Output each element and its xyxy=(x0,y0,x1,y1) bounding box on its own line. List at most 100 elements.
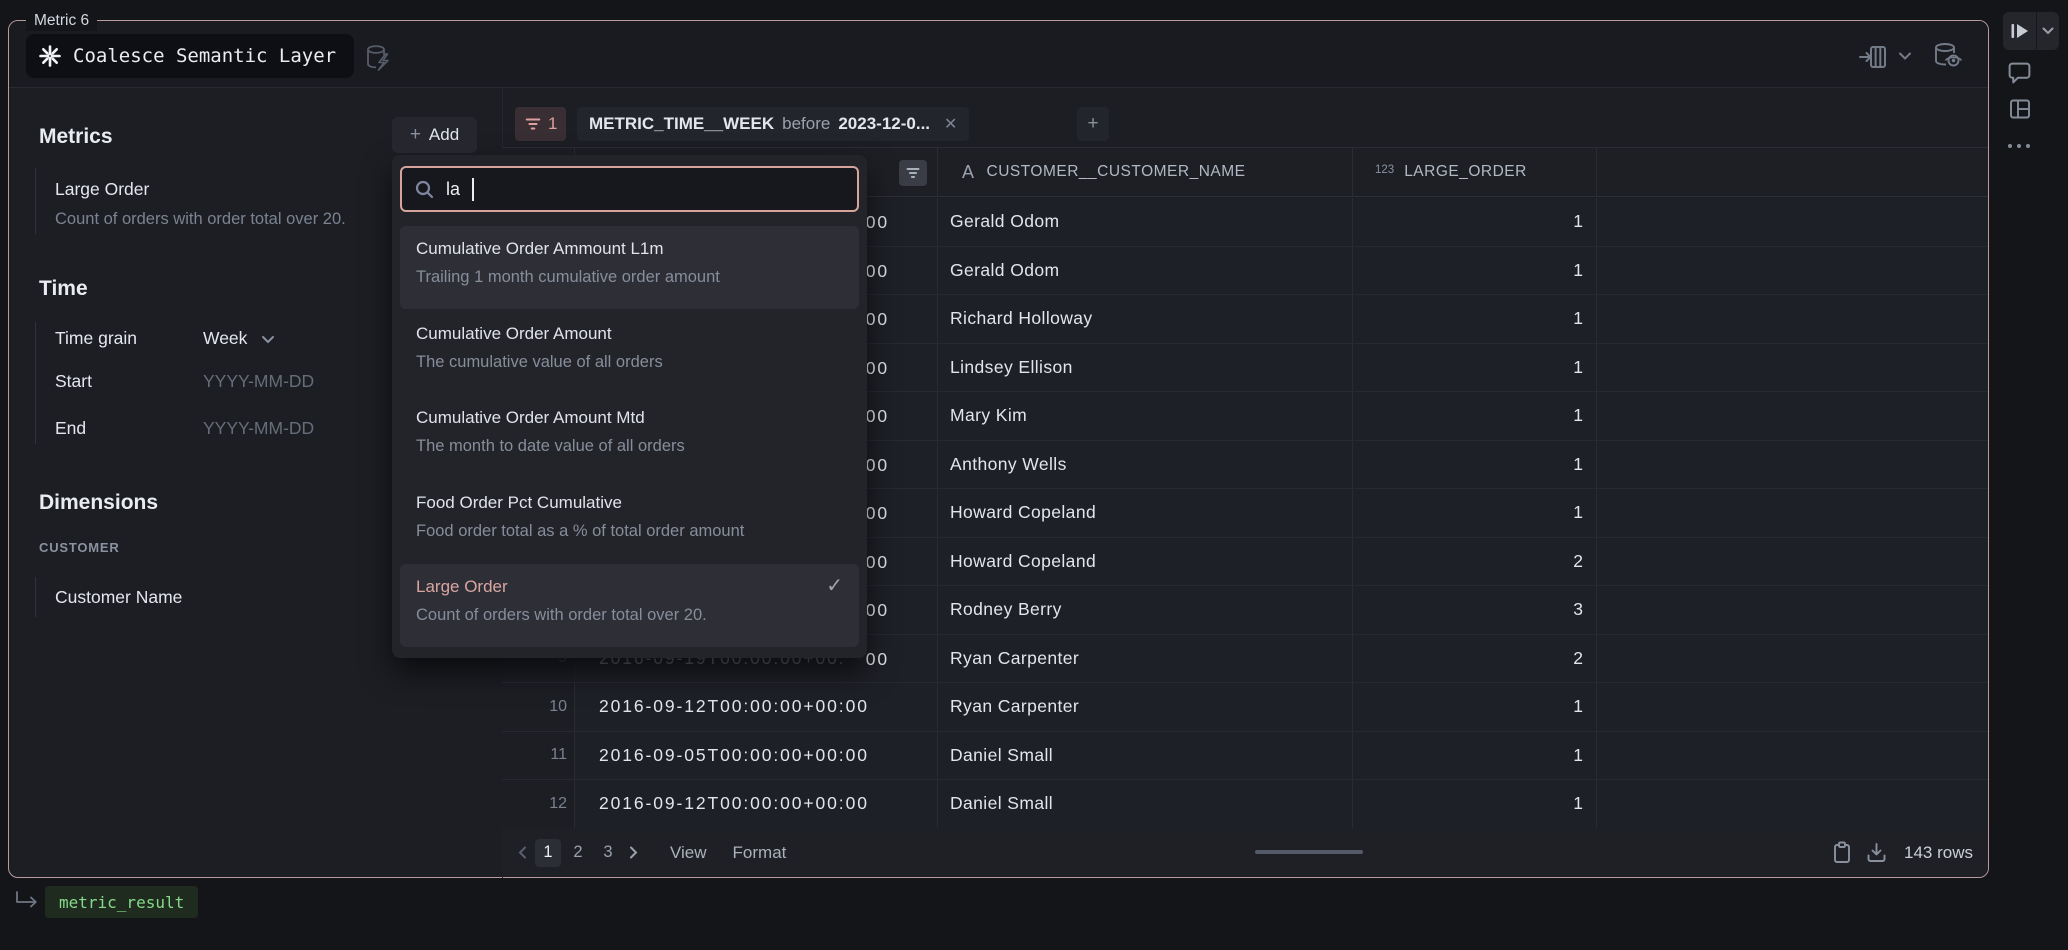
cell-large-order: 1 xyxy=(1353,198,1597,246)
cell-large-order: 1 xyxy=(1353,683,1597,731)
horizontal-scrollbar-thumb[interactable] xyxy=(1255,850,1363,854)
dropdown-item-title: Large Order xyxy=(416,573,843,601)
filter-count: 1 xyxy=(548,114,557,134)
start-date-input[interactable]: YYYY-MM-DD xyxy=(203,368,314,394)
comment-icon[interactable] xyxy=(2007,60,2032,85)
cell-empty xyxy=(1597,441,1988,489)
add-filter-button[interactable]: + xyxy=(1077,107,1109,141)
check-icon: ✓ xyxy=(826,573,843,598)
cell-customer-name: Gerald Odom xyxy=(938,198,1353,246)
metric-search-input[interactable]: la xyxy=(400,166,859,212)
text-caret xyxy=(472,178,474,201)
dropdown-item-desc: Trailing 1 month cumulative order amount xyxy=(416,263,843,291)
layout-split-icon[interactable] xyxy=(2008,97,2032,121)
time-grain-select[interactable]: Week xyxy=(203,325,275,351)
cell-large-order: 1 xyxy=(1353,732,1597,780)
table-row: 112016-09-05T00:00:00+00:00Daniel Small1 xyxy=(502,732,1988,781)
page-button[interactable]: 3 xyxy=(595,839,621,867)
cell-large-order: 1 xyxy=(1353,247,1597,295)
dropdown-item-title: Cumulative Order Amount xyxy=(416,320,843,348)
run-cell-button[interactable] xyxy=(2003,22,2036,40)
cell-empty xyxy=(1597,586,1988,634)
chevron-down-icon xyxy=(261,335,275,344)
coalesce-logo-icon xyxy=(38,44,62,68)
empty-column-header xyxy=(1597,148,1988,196)
add-metric-button[interactable]: + Add xyxy=(392,117,477,153)
column-filter-active-icon[interactable] xyxy=(899,160,927,186)
insert-table-icon[interactable] xyxy=(1858,44,1888,70)
dimensions-heading: Dimensions xyxy=(39,490,158,516)
metrics-indent-line xyxy=(35,168,36,234)
dropdown-item[interactable]: Cumulative Order AmountThe cumulative va… xyxy=(400,311,859,394)
cell-customer-name: Ryan Carpenter xyxy=(938,635,1353,683)
cell-large-order: 1 xyxy=(1353,344,1597,392)
end-date-input[interactable]: YYYY-MM-DD xyxy=(203,415,314,441)
page-button[interactable]: 1 xyxy=(535,839,561,867)
dropdown-item-title: Cumulative Order Ammount L1m xyxy=(416,235,843,263)
cell-customer-name: Gerald Odom xyxy=(938,247,1353,295)
download-icon[interactable] xyxy=(1865,841,1888,864)
dropdown-item[interactable]: Large OrderCount of orders with order to… xyxy=(400,564,859,647)
view-queried-data-icon[interactable] xyxy=(1931,41,1965,71)
more-options-icon[interactable] xyxy=(2006,140,2032,152)
dimension-group-customer: CUSTOMER xyxy=(39,540,120,555)
output-arrow-icon xyxy=(14,890,40,914)
dropdown-item-desc: Food order total as a % of total order a… xyxy=(416,517,843,545)
dropdown-item-desc: The month to date value of all orders xyxy=(416,432,843,460)
cell-empty xyxy=(1597,392,1988,440)
dropdown-item-title: Food Order Pct Cumulative xyxy=(416,489,843,517)
next-page-icon[interactable] xyxy=(623,845,644,860)
column-header-label: CUSTOMER__CUSTOMER_NAME xyxy=(987,163,1246,181)
filter-count-chip[interactable]: 1 xyxy=(515,107,566,141)
cell-customer-name: Howard Copeland xyxy=(938,489,1353,537)
cell-customer-name: Rodney Berry xyxy=(938,586,1353,634)
end-label: End xyxy=(55,415,86,441)
large-order-column-header[interactable]: 123 LARGE_ORDER xyxy=(1353,148,1597,196)
dimensions-indent-line xyxy=(35,577,36,617)
cell-large-order: 2 xyxy=(1353,538,1597,586)
copy-table-icon[interactable] xyxy=(1831,841,1853,865)
time-grain-label: Time grain xyxy=(55,325,137,351)
cell-customer-name: Mary Kim xyxy=(938,392,1353,440)
view-menu[interactable]: View xyxy=(670,843,707,863)
dropdown-item[interactable]: Cumulative Order Ammount L1mTrailing 1 m… xyxy=(400,226,859,309)
cell-large-order: 1 xyxy=(1353,441,1597,489)
dropdown-item[interactable]: Food Order Pct CumulativeFood order tota… xyxy=(400,480,859,563)
customer-name-column-header[interactable]: A CUSTOMER__CUSTOMER_NAME xyxy=(938,148,1353,196)
cell-large-order: 1 xyxy=(1353,489,1597,537)
table-row: 122016-09-12T00:00:00+00:00Daniel Small1 xyxy=(502,780,1988,829)
run-options-chevron-icon[interactable] xyxy=(2037,27,2059,35)
pagination-bar: 123 View Format 143 rows xyxy=(502,828,1988,877)
row-index: 11 xyxy=(502,732,575,780)
cell-empty xyxy=(1597,247,1988,295)
result-variable-pill[interactable]: metric_result xyxy=(45,886,198,918)
filter-pill[interactable]: METRIC_TIME__WEEK before 2023-12-0... ✕ xyxy=(577,107,969,141)
dropdown-item-title: Cumulative Order Amount Mtd xyxy=(416,404,843,432)
cell-empty xyxy=(1597,295,1988,343)
cell-customer-name: Daniel Small xyxy=(938,732,1353,780)
text-type-icon: A xyxy=(962,162,975,183)
metric-item-large-order[interactable]: Large Order xyxy=(55,176,149,202)
chevron-down-icon[interactable] xyxy=(1898,51,1912,61)
cell-large-order: 1 xyxy=(1353,295,1597,343)
add-label: Add xyxy=(429,125,459,145)
page-button[interactable]: 2 xyxy=(565,839,591,867)
search-query: la xyxy=(446,179,460,200)
remove-filter-icon[interactable]: ✕ xyxy=(944,114,957,134)
result-variable-name: metric_result xyxy=(59,893,184,912)
row-index: 12 xyxy=(502,780,575,828)
search-icon xyxy=(414,179,435,200)
page-buttons: 123 xyxy=(533,839,623,867)
metric-search-dropdown: la Cumulative Order Ammount L1mTrailing … xyxy=(392,155,867,658)
cell-large-order: 1 xyxy=(1353,780,1597,828)
cell-empty xyxy=(1597,538,1988,586)
cell-customer-name: Howard Copeland xyxy=(938,538,1353,586)
cell-title: Coalesce Semantic Layer xyxy=(73,45,336,67)
prev-page-icon[interactable] xyxy=(512,845,533,860)
dropdown-item[interactable]: Cumulative Order Amount MtdThe month to … xyxy=(400,395,859,478)
format-menu[interactable]: Format xyxy=(733,843,787,863)
filter-field: METRIC_TIME__WEEK xyxy=(589,114,774,134)
database-lightning-icon[interactable] xyxy=(364,43,391,73)
dimension-item-customer-name[interactable]: Customer Name xyxy=(55,584,182,610)
cell-empty xyxy=(1597,344,1988,392)
